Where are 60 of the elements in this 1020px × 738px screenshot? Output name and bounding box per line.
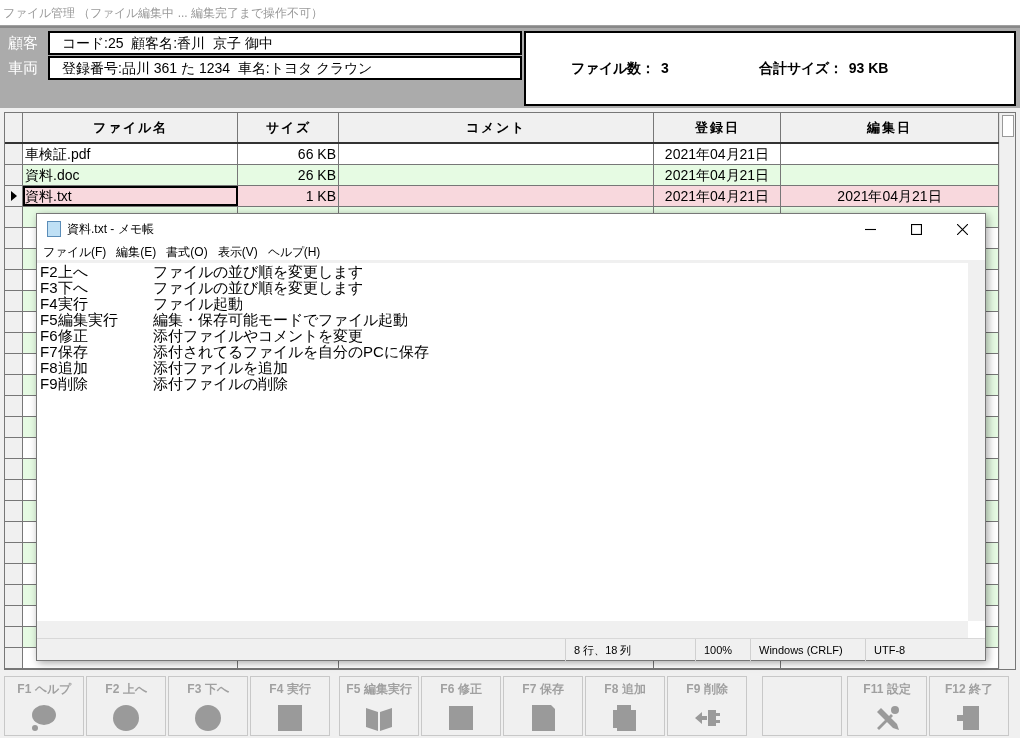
scrollbar[interactable] <box>37 621 968 638</box>
text-line: ファイルの並び順を変更します <box>153 280 363 296</box>
table-cell: 66 KB <box>238 144 339 164</box>
text-line: ファイルの並び順を変更します <box>153 264 363 280</box>
status-text: UTF-8 <box>865 638 985 661</box>
documents-icon <box>611 704 639 732</box>
file-count-value: 3 <box>661 59 669 78</box>
field-label: 顧客 <box>7 32 39 53</box>
status-text: 8 行、18 列 <box>565 638 695 661</box>
window-title: 資料.txt - メモ帳 <box>67 221 155 238</box>
circle-icon <box>112 704 140 732</box>
menu-item[interactable]: 表示(V) <box>213 243 262 261</box>
text-line: F6修正 <box>40 328 89 344</box>
circle-icon <box>194 704 222 732</box>
menu-item[interactable]: 書式(O) <box>162 243 212 261</box>
scrollbar[interactable] <box>999 113 1015 669</box>
text-line: F7保存 <box>40 344 89 360</box>
menu-item[interactable]: ファイル(F) <box>39 243 111 261</box>
menu-item[interactable]: 編集(E) <box>112 243 161 261</box>
notepad-icon <box>47 221 61 237</box>
document-icon <box>529 704 557 732</box>
table-cell: 2021年04月21日 <box>654 186 781 206</box>
table-cell: 2021年04月21日 <box>654 144 781 164</box>
text-line: 添付ファイルを追加 <box>153 360 288 376</box>
text-line: F3下へ <box>40 280 89 296</box>
total-size-value: 93 KB <box>848 59 889 78</box>
total-size-label: 合計サイズ： <box>758 59 843 78</box>
file-count-label: ファイル数： <box>571 59 655 78</box>
table-cell: 2021年04月21日 <box>781 186 999 206</box>
text-line: F9削除 <box>40 376 89 392</box>
text-line: 編集・保存可能モードでファイル起動 <box>153 312 408 328</box>
text-line: F2上へ <box>40 264 89 280</box>
maximize-icon <box>910 223 922 235</box>
close-icon <box>956 223 968 235</box>
text-line: 添付ファイルやコメントを変更 <box>153 328 363 344</box>
scrollbar[interactable] <box>968 263 985 621</box>
text-line: F8追加 <box>40 360 89 376</box>
info-field: 登録番号:品川 361 た 1234 車名:トヨタ クラウン <box>48 56 522 80</box>
field-label: 車両 <box>7 57 39 78</box>
text-line: 添付されてるファイルを自分のPCに保存 <box>153 344 429 360</box>
scroll-thumb[interactable] <box>1001 115 1014 137</box>
table-cell: 資料.txt <box>23 186 238 206</box>
table-cell: 車検証.pdf <box>23 144 238 164</box>
text-line: 添付ファイルの削除 <box>153 376 288 392</box>
info-field: コード:25 顧客名:香川 京子 御中 <box>48 31 522 55</box>
table-cell: 2021年04月21日 <box>654 165 781 185</box>
document-icon <box>276 704 304 732</box>
status-text: 100% <box>695 638 750 661</box>
window-title: ファイル管理 （ファイル編集中 ... 編集完了まで操作不可） <box>3 4 323 22</box>
speech-bubble-icon <box>30 704 58 732</box>
table-cell: 資料.doc <box>23 165 238 185</box>
current-row-icon <box>10 191 17 201</box>
status-text: Windows (CRLF) <box>750 638 865 661</box>
table-cell: 26 KB <box>238 165 339 185</box>
text-line: ファイル起動 <box>153 296 243 312</box>
table-cell: 1 KB <box>238 186 339 206</box>
square-icon <box>447 704 475 732</box>
text-line: F4実行 <box>40 296 89 312</box>
text-line: F5編集実行 <box>40 312 119 328</box>
menu-item[interactable]: ヘルプ(H) <box>263 243 325 261</box>
